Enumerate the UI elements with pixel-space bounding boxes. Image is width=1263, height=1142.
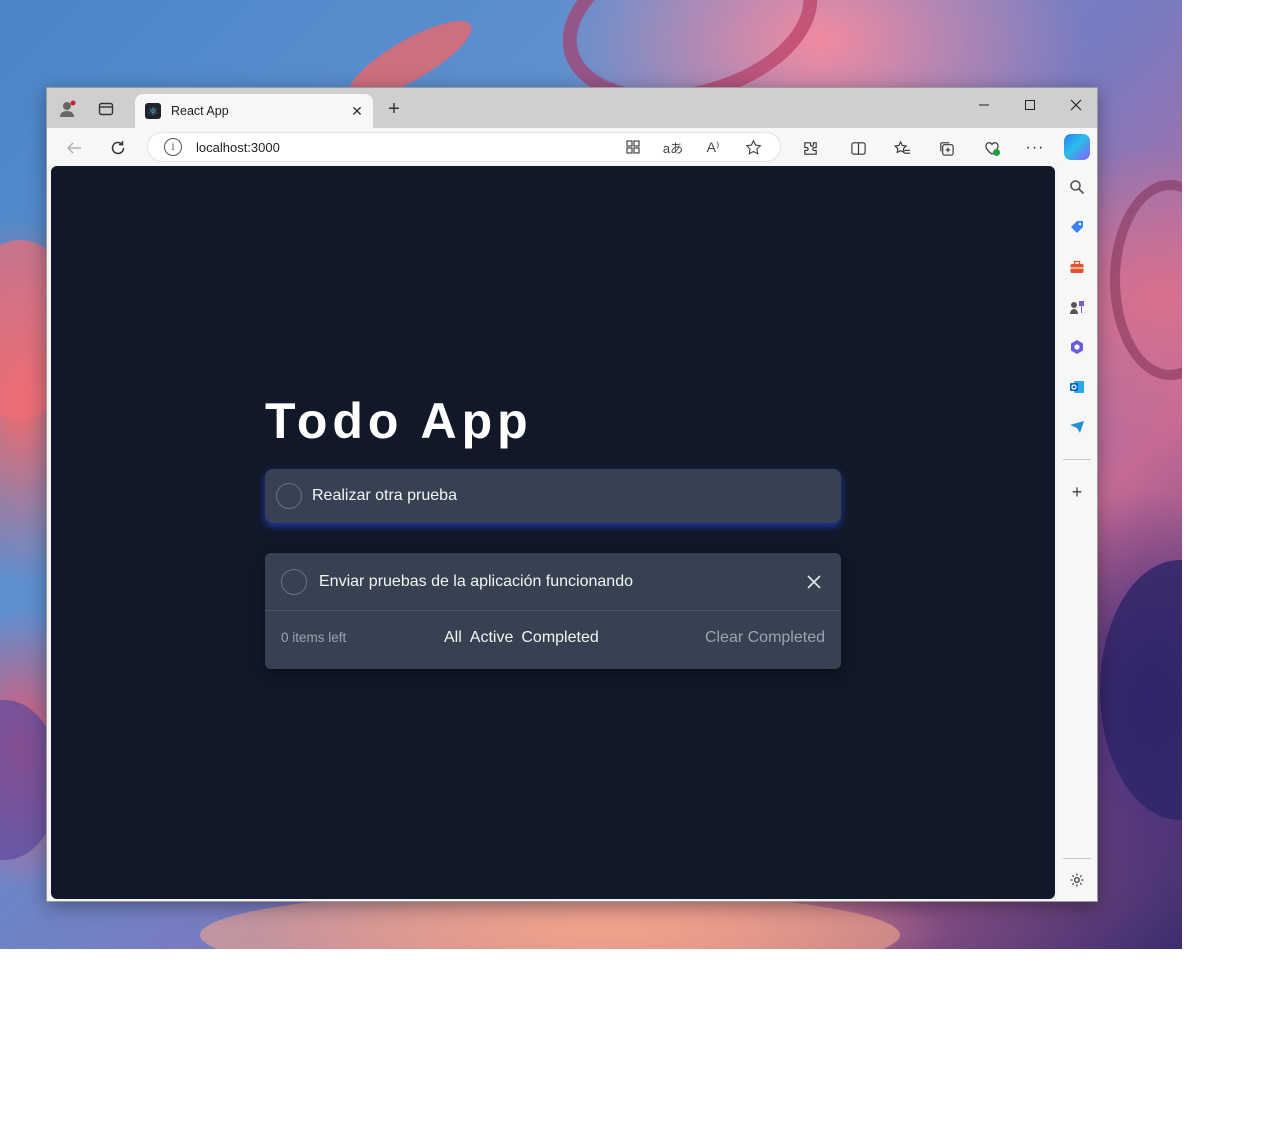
filter-group: All Active Completed: [444, 629, 599, 647]
microsoft-365-icon[interactable]: [1066, 336, 1088, 358]
sidebar-divider: [1063, 459, 1091, 460]
new-tab-button[interactable]: +: [383, 98, 405, 120]
shopping-tag-icon[interactable]: [1066, 216, 1088, 238]
browser-tab[interactable]: ⚛ React App ✕: [135, 94, 373, 128]
todo-list: Enviar pruebas de la aplicación funciona…: [265, 553, 841, 669]
list-footer: 0 items left All Active Completed Clear …: [265, 611, 841, 668]
window-close-icon[interactable]: [1053, 92, 1099, 118]
more-icon[interactable]: ···: [1022, 135, 1048, 161]
app-available-icon[interactable]: [620, 134, 646, 160]
tab-bar: ⚛ React App ✕ +: [47, 88, 1097, 128]
edge-sidebar: +: [1057, 166, 1097, 901]
new-todo-text[interactable]: Realizar otra prueba: [312, 487, 457, 505]
star-icon[interactable]: [740, 134, 766, 160]
info-icon[interactable]: i: [164, 138, 182, 156]
address-text[interactable]: localhost:3000: [196, 140, 620, 155]
collections-icon[interactable]: [933, 135, 959, 161]
maximize-icon[interactable]: [1007, 92, 1053, 118]
tab-actions-icon[interactable]: [95, 98, 117, 120]
clear-completed-button[interactable]: Clear Completed: [705, 629, 825, 647]
tools-icon[interactable]: [1066, 256, 1088, 278]
games-icon[interactable]: [1066, 296, 1088, 318]
refresh-icon[interactable]: [105, 135, 131, 161]
search-icon[interactable]: [1066, 176, 1088, 198]
browser-window: ⚛ React App ✕ + i localhost:3000 aあ A⁾ ·…: [46, 87, 1098, 902]
new-todo-input[interactable]: Realizar otra prueba: [265, 469, 841, 523]
browser-essentials-icon[interactable]: [979, 135, 1005, 161]
delete-todo-icon[interactable]: [803, 571, 825, 593]
tab-close-icon[interactable]: ✕: [347, 101, 367, 121]
profile-icon[interactable]: [57, 98, 79, 120]
settings-icon[interactable]: [1066, 869, 1088, 891]
copilot-icon[interactable]: [1064, 134, 1090, 160]
list-item[interactable]: Enviar pruebas de la aplicación funciona…: [265, 553, 841, 611]
split-screen-icon[interactable]: [845, 135, 871, 161]
items-left-count: 0 items left: [281, 630, 347, 645]
react-favicon-icon: ⚛: [145, 103, 161, 119]
new-todo-checkbox[interactable]: [276, 483, 302, 509]
browser-toolbar: i localhost:3000 aあ A⁾ ···: [47, 128, 1097, 166]
tab-title: React App: [171, 104, 229, 118]
page-viewport: Todo App Realizar otra prueba Enviar pru…: [51, 166, 1055, 899]
filter-completed[interactable]: Completed: [521, 629, 598, 647]
filter-all[interactable]: All: [444, 629, 462, 647]
sidebar-divider: [1063, 858, 1091, 859]
address-bar[interactable]: i localhost:3000 aあ A⁾: [147, 132, 781, 162]
minimize-icon[interactable]: [961, 92, 1007, 118]
back-arrow-icon[interactable]: [61, 135, 87, 161]
extensions-icon[interactable]: [797, 135, 823, 161]
translate-icon[interactable]: aあ: [660, 134, 686, 160]
add-icon[interactable]: +: [1066, 481, 1088, 503]
favorites-icon[interactable]: [889, 135, 915, 161]
outlook-icon[interactable]: [1066, 376, 1088, 398]
telegram-icon[interactable]: [1066, 416, 1088, 438]
read-aloud-icon[interactable]: A⁾: [700, 134, 726, 160]
filter-active[interactable]: Active: [470, 629, 514, 647]
todo-checkbox[interactable]: [281, 568, 307, 595]
page-title: Todo App: [265, 393, 533, 449]
todo-text: Enviar pruebas de la aplicación funciona…: [319, 572, 633, 590]
